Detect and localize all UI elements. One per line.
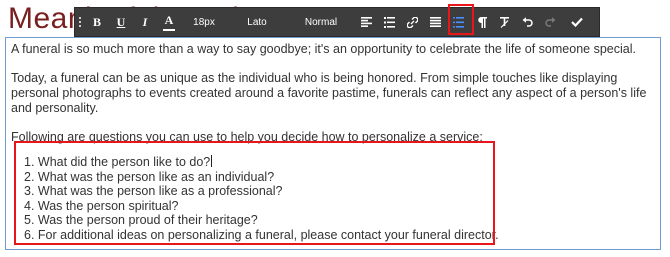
- done-checkmark-button[interactable]: [562, 8, 591, 36]
- editor-paragraph[interactable]: Today, a funeral can be as unique as the…: [11, 71, 655, 116]
- list-highlight-box: [14, 141, 495, 245]
- redo-icon[interactable]: [539, 8, 562, 36]
- text-color-label: A: [164, 13, 174, 27]
- active-button-highlight: [448, 4, 474, 35]
- text-color-button[interactable]: A: [157, 8, 181, 36]
- link-icon[interactable]: [401, 8, 424, 36]
- clear-format-icon[interactable]: [493, 8, 516, 36]
- editor-toolbar: B U I A 18px Lato Normal: [74, 7, 600, 37]
- drag-handle-icon[interactable]: [75, 8, 85, 36]
- editor-paragraph[interactable]: A funeral is so much more than a way to …: [11, 42, 655, 57]
- paragraph-format-dropdown[interactable]: Normal: [287, 8, 355, 36]
- bold-button[interactable]: B: [85, 8, 109, 36]
- color-underline-icon: [163, 29, 175, 31]
- list-indent-icon[interactable]: [378, 8, 401, 36]
- font-size-dropdown[interactable]: 18px: [181, 8, 227, 36]
- font-family-dropdown[interactable]: Lato: [227, 8, 287, 36]
- italic-button[interactable]: I: [133, 8, 157, 36]
- underline-button[interactable]: U: [109, 8, 133, 36]
- undo-icon[interactable]: [516, 8, 539, 36]
- checkmark-icon: [570, 17, 583, 27]
- align-left-icon[interactable]: [355, 8, 378, 36]
- align-justify-icon[interactable]: [424, 8, 447, 36]
